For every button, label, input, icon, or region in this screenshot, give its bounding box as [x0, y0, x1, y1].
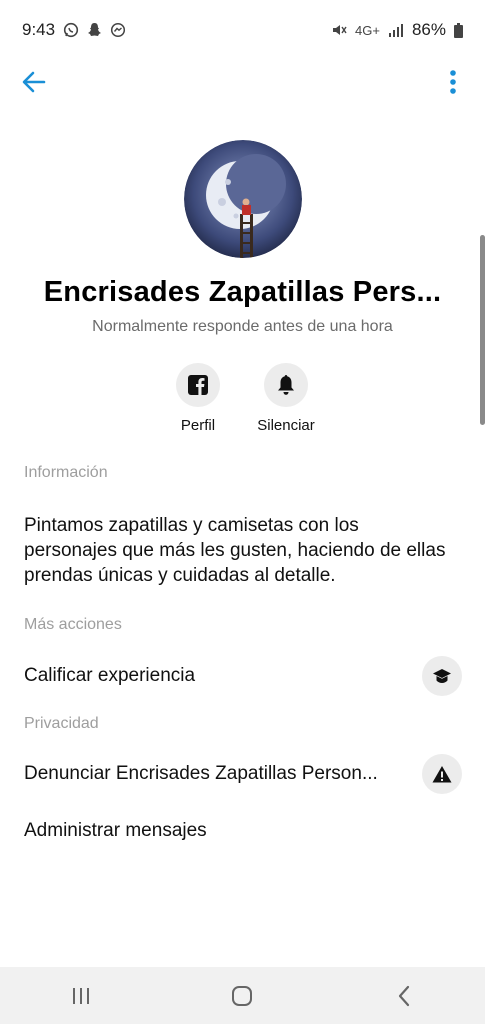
profile-name: Encrisades Zapatillas Pers...: [43, 276, 442, 308]
nav-back-button[interactable]: [374, 976, 434, 1016]
mute-action-button[interactable]: Silenciar: [241, 363, 331, 434]
system-nav-bar: [0, 967, 485, 1024]
privacy-section-title: Privacidad: [24, 715, 99, 732]
home-button[interactable]: [212, 976, 272, 1016]
info-section-title: Información: [24, 464, 108, 481]
status-bar: 9:43 4G+ 86%: [0, 0, 485, 60]
moon-ladder-avatar: [184, 140, 302, 258]
status-time: 9:43: [22, 20, 56, 39]
rate-experience-label: Calificar experiencia: [24, 665, 196, 686]
rate-experience-icon-circle[interactable]: [422, 656, 462, 696]
profile-action-label: Perfil: [180, 417, 216, 434]
recent-apps-button[interactable]: [51, 976, 111, 1016]
manage-messages-label: Administrar mensajes: [24, 820, 207, 841]
scrollbar[interactable]: [480, 235, 485, 425]
profile-action-circle[interactable]: [176, 363, 220, 407]
back-button[interactable]: [14, 62, 54, 102]
snapchat-icon: [88, 23, 102, 36]
home-icon: [232, 985, 253, 1006]
4g-icon: 4G+: [355, 22, 380, 38]
battery-icon: [454, 22, 463, 38]
bell-icon: [278, 375, 294, 395]
whatsapp-icon: [63, 22, 79, 38]
mute-icon: [333, 25, 347, 35]
report-row[interactable]: Denunciar Encrisades Zapatillas Person..…: [0, 749, 485, 799]
status-right: 4G+ 86%: [331, 20, 463, 40]
warning-icon: [432, 766, 452, 783]
mute-action-label: Silenciar: [257, 417, 315, 434]
facebook-icon: [188, 375, 208, 395]
about-text: Pintamos zapatillas y camisetas con los …: [24, 515, 446, 586]
more-vertical-icon: [450, 70, 456, 94]
more-options-button[interactable]: [443, 62, 463, 102]
profile-action-button[interactable]: Perfil: [153, 363, 243, 434]
status-left: 9:43: [22, 20, 126, 40]
recent-apps-icon: [72, 987, 89, 1004]
arrow-left-icon: [22, 71, 46, 93]
more-actions-section-title: Más acciones: [24, 616, 122, 633]
messenger-icon: [111, 22, 126, 38]
signal-icon: [388, 24, 403, 37]
report-label: Denunciar Encrisades Zapatillas Person..…: [24, 763, 378, 784]
profile-avatar[interactable]: [184, 140, 302, 258]
report-icon-circle[interactable]: [422, 754, 462, 794]
manage-messages-row[interactable]: Administrar mensajes: [0, 806, 485, 856]
rate-experience-row[interactable]: Calificar experiencia: [0, 651, 485, 701]
battery-percent: 86%: [411, 20, 446, 39]
back-icon: [399, 985, 410, 1006]
top-bar: [0, 58, 485, 106]
graduation-cap-icon: [433, 669, 451, 683]
mute-action-circle[interactable]: [264, 363, 308, 407]
response-time-text: Normalmente responde antes de una hora: [92, 318, 393, 335]
